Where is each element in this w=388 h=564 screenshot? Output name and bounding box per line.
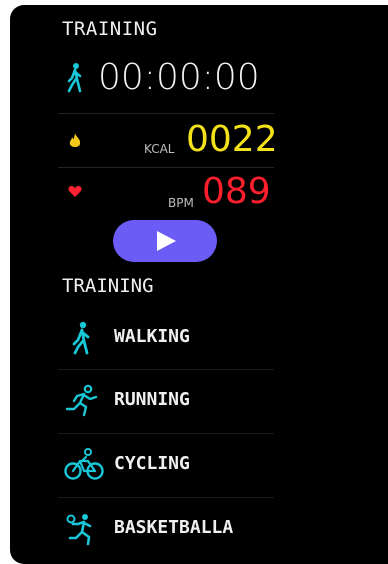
divider [58,167,274,168]
list-item-label: WALKING [114,326,190,347]
walking-icon [64,320,100,356]
divider [58,433,274,434]
heart-rate-row: BPM 089 [58,169,271,221]
list-item-label: BASKETBALLA [114,517,234,538]
divider [58,497,274,498]
heart-icon [68,183,82,202]
basketball-icon [64,511,100,547]
running-icon [64,383,100,419]
cycling-icon [64,447,104,483]
calories-unit: KCAL [144,142,175,156]
list-item-cycling[interactable]: CYCLING [58,435,274,495]
section-title: TRAINING [62,275,154,297]
start-button[interactable] [113,220,217,262]
elapsed-time: 00:00:00 [98,57,260,98]
heart-rate-unit: BPM [168,196,194,210]
heart-rate-value: 089 [202,171,271,212]
flame-icon [68,133,82,153]
watch-screen: TRAINING 00:00:00 KCAL 0022 BPM 089 TRAI… [10,5,388,564]
list-item-walking[interactable]: WALKING [58,308,274,368]
divider [58,113,274,114]
calories-value: 0022 [186,119,278,160]
play-icon [157,231,176,251]
list-item-label: RUNNING [114,389,190,410]
list-item-basketball[interactable]: BASKETBALLA [58,499,274,559]
page-title: TRAINING [62,18,158,40]
divider [58,369,274,370]
list-item-label: CYCLING [114,453,190,474]
list-item-running[interactable]: RUNNING [58,371,274,431]
calories-row: KCAL 0022 [58,117,278,169]
walking-icon [66,63,84,97]
timer-row: 00:00:00 [58,57,266,109]
